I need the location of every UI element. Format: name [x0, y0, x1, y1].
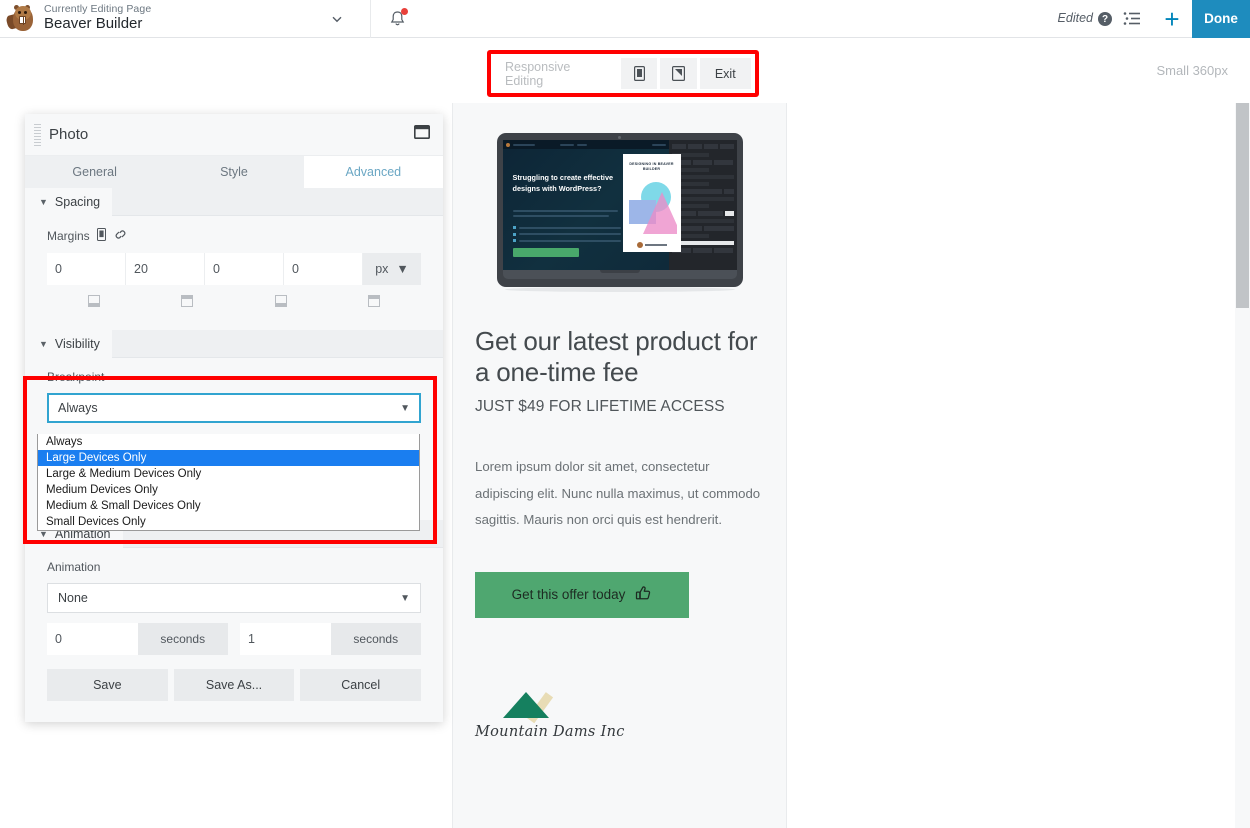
tab-style[interactable]: Style [164, 156, 304, 188]
preview-cta-button[interactable]: Get this offer today [475, 571, 689, 618]
done-button[interactable]: Done [1192, 0, 1250, 38]
admin-bar-right: Edited? + Done [1058, 0, 1250, 38]
responsive-bar-annotation [487, 50, 759, 97]
margin-side-icons [25, 289, 443, 307]
chevron-down-icon: ▼ [39, 338, 48, 349]
laptop-headline: Struggling to create effective designs w… [512, 173, 614, 193]
ebook-title: DESIGNING IN BEAVER BUILDER [629, 162, 674, 172]
mountain-logo-icon [497, 690, 557, 723]
window-restore-icon[interactable] [414, 125, 430, 144]
cta-label: Get this offer today [511, 587, 626, 603]
animation-delay-input[interactable] [47, 623, 138, 655]
thumbs-up-icon [635, 585, 652, 605]
animation-delay-unit: seconds [137, 623, 228, 655]
preview-subheadline: JUST $49 FOR LIFETIME ACCESS [475, 398, 725, 416]
module-settings-panel: Photo General Style Advanced ▼ Spacing Ma… [25, 114, 443, 722]
laptop-mockup: Struggling to create effective designs w… [453, 103, 786, 292]
save-button[interactable]: Save [47, 669, 168, 701]
margin-unit-value: px [375, 262, 389, 276]
site-logo: Mountain Dams Inc [453, 690, 786, 740]
margins-label-row: Margins [47, 228, 421, 244]
animation-duration-group: seconds [240, 623, 421, 655]
notification-dot [401, 7, 409, 15]
margins-inputs: px ▼ [47, 253, 421, 285]
dropdown-option[interactable]: Large & Medium Devices Only [38, 466, 419, 482]
breakpoint-value: Always [58, 401, 98, 415]
preview-body-text: Lorem ipsum dolor sit amet, consectetur … [475, 459, 761, 528]
animation-duration-unit: seconds [330, 623, 421, 655]
animation-duration-input[interactable] [240, 623, 331, 655]
margins-label: Margins [47, 229, 90, 243]
margin-top-input[interactable] [47, 253, 126, 285]
site-logo-text: Mountain Dams Inc [475, 723, 625, 740]
margin-right-input[interactable] [126, 253, 205, 285]
animation-select[interactable]: None ▼ [47, 583, 421, 613]
margins-field: Margins 0 20 0 0 px ▼ [25, 216, 443, 289]
chevron-down-icon: ▼ [396, 262, 409, 276]
plus-icon[interactable]: + [1152, 0, 1192, 38]
outline-list-icon[interactable] [1112, 0, 1152, 38]
margin-top-icon [47, 295, 141, 307]
tab-general[interactable]: General [25, 156, 165, 188]
chevron-down-icon: ▼ [400, 402, 410, 414]
section-visibility-header[interactable]: ▼ Visibility [25, 329, 443, 358]
drag-handle-icon[interactable] [25, 114, 49, 156]
question-mark-icon[interactable]: ? [1098, 12, 1112, 27]
animation-field: Animation None ▼ [25, 548, 443, 617]
breakpoint-select[interactable]: Always ▼ [47, 393, 421, 423]
chevron-down-icon: ▼ [400, 592, 410, 604]
dropdown-option[interactable]: Small Devices Only [38, 514, 419, 530]
editing-title: Beaver Builder [44, 15, 143, 33]
cancel-button[interactable]: Cancel [300, 669, 422, 701]
animation-delay-group: seconds [47, 623, 228, 655]
breakpoint-dropdown-list[interactable]: Always Large Devices Only Large & Medium… [37, 434, 420, 531]
margin-left-input[interactable] [284, 253, 363, 285]
preview-headline: Get our latest product for a one-time fe… [475, 326, 758, 387]
breakpoint-label: Breakpoint [47, 370, 105, 384]
page-preview: Struggling to create effective designs w… [452, 103, 787, 828]
animation-value: None [58, 591, 88, 605]
margin-unit-select[interactable]: px ▼ [363, 253, 421, 285]
section-spacing-label: Spacing [54, 194, 101, 209]
margin-right-icon [141, 295, 235, 307]
dropdown-option[interactable]: Medium Devices Only [38, 482, 419, 498]
mobile-device-icon[interactable] [96, 228, 106, 244]
link-chain-icon[interactable] [113, 228, 128, 244]
dropdown-option[interactable]: Always [38, 434, 419, 450]
dropdown-option[interactable]: Medium & Small Devices Only [38, 498, 419, 514]
laptop-paragraph [512, 210, 618, 220]
animation-label: Animation [47, 560, 101, 574]
panel-tabs: General Style Advanced [25, 156, 443, 188]
dropdown-option-selected[interactable]: Large Devices Only [38, 450, 419, 466]
section-visibility-label: Visibility [54, 336, 100, 351]
section-spacing-header[interactable]: ▼ Spacing [25, 188, 443, 216]
margin-bottom-input[interactable] [205, 253, 284, 285]
bell-icon[interactable] [371, 0, 423, 38]
margin-bottom-icon [234, 295, 328, 307]
breakpoint-field: Breakpoint Always ▼ [25, 358, 443, 427]
admin-bar: Currently Editing Page Beaver Builder Ed… [0, 0, 1250, 38]
laptop-bullets [513, 226, 621, 246]
beaver-logo-icon [0, 0, 44, 38]
animation-timing-row: seconds seconds [25, 617, 443, 655]
save-as-button[interactable]: Save As... [173, 669, 295, 701]
app-root: Currently Editing Page Beaver Builder Ed… [0, 0, 1250, 828]
viewport-size-label: Small 360px [1156, 63, 1228, 78]
chevron-down-icon[interactable] [326, 8, 348, 30]
panel-footer: Save Save As... Cancel [25, 655, 443, 701]
laptop-cta [512, 248, 579, 257]
page-scrollbar[interactable] [1235, 103, 1250, 828]
panel-header: Photo [25, 114, 443, 156]
editing-context: Currently Editing Page Beaver Builder [44, 4, 151, 32]
panel-title: Photo [49, 126, 89, 143]
margin-left-icon [328, 295, 422, 307]
chevron-down-icon: ▼ [39, 196, 48, 207]
scrollbar-thumb[interactable] [1236, 103, 1249, 308]
ebook-cover: DESIGNING IN BEAVER BUILDER [622, 154, 681, 252]
tab-advanced[interactable]: Advanced [303, 156, 443, 188]
edited-status: Edited? [1058, 11, 1112, 27]
